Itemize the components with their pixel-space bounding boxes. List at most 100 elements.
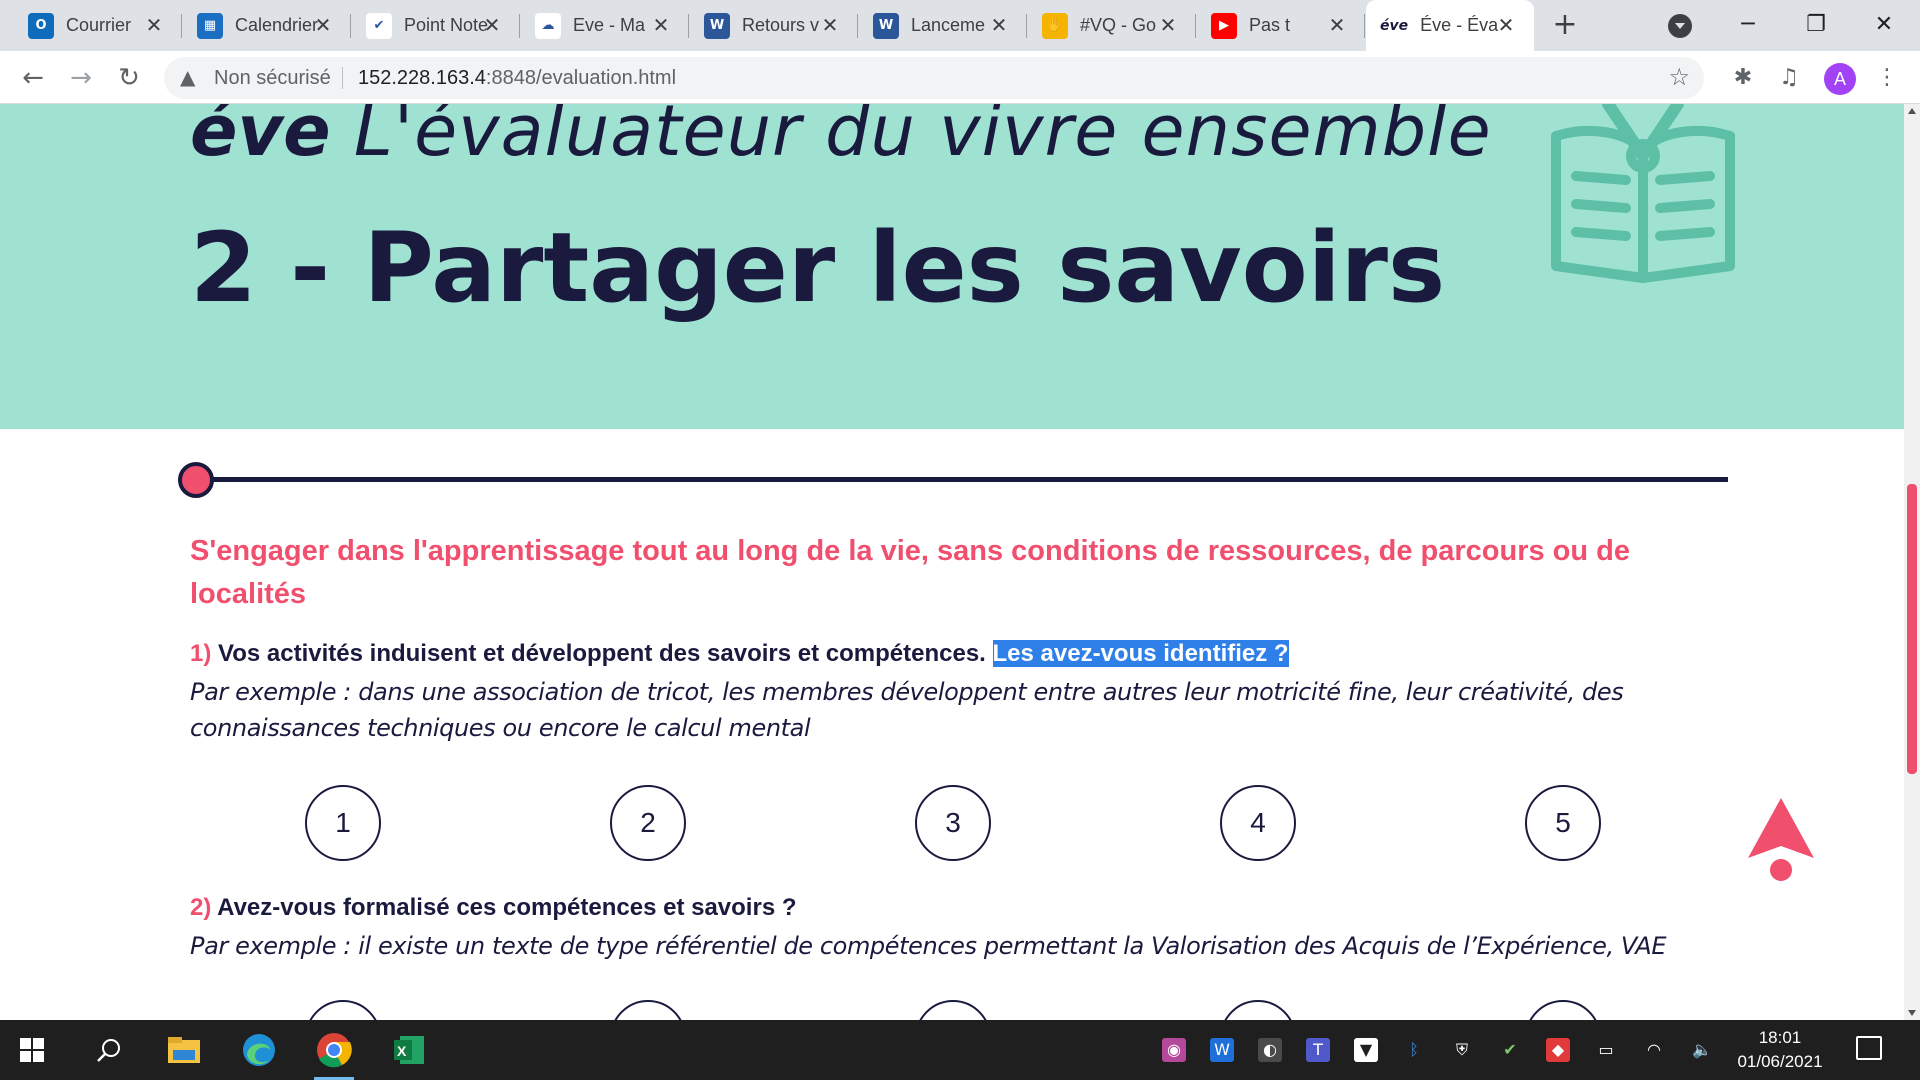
- tab-title: Retours v: [742, 15, 820, 35]
- rating-option-4[interactable]: 4: [1220, 785, 1296, 861]
- notification-center-icon[interactable]: [1856, 1036, 1882, 1060]
- tab-close-icon[interactable]: ✕: [818, 13, 842, 37]
- tab-title: Eve - Ma: [573, 15, 646, 35]
- tab-title: Calendrier: [235, 15, 319, 35]
- minimize-button[interactable]: ─: [1728, 8, 1768, 42]
- back-icon[interactable]: ←: [16, 61, 50, 95]
- rating-option-5[interactable]: 5: [1525, 785, 1601, 861]
- tab-title: Lanceme: [911, 15, 986, 35]
- browser-tab[interactable]: ▦ Calendrier ✕: [183, 0, 351, 51]
- browser-tab[interactable]: ✋ #VQ - Go ✕: [1028, 0, 1196, 51]
- brand-logo-text: éve: [190, 104, 331, 172]
- search-icon[interactable]: [85, 1028, 133, 1072]
- scroll-to-top-icon[interactable]: [1748, 798, 1814, 882]
- scroll-up-arrow-icon[interactable]: [1908, 108, 1916, 114]
- extensions-icon[interactable]: ✱: [1728, 63, 1758, 93]
- clock-date: 01/06/2021: [1737, 1052, 1823, 1071]
- svg-text:X: X: [397, 1043, 407, 1059]
- security-shield-icon[interactable]: ⛨: [1450, 1038, 1474, 1062]
- rating-option-2[interactable]: 2: [610, 785, 686, 861]
- tray-check-icon[interactable]: ✔: [1498, 1038, 1522, 1062]
- scroll-down-arrow-icon[interactable]: [1908, 1010, 1916, 1016]
- tab-separator: [688, 14, 689, 38]
- browser-tab[interactable]: ☁ Eve - Ma ✕: [521, 0, 689, 51]
- browser-tab[interactable]: W Lanceme ✕: [859, 0, 1027, 51]
- brand-tagline: L'évaluateur du vivre ensemble: [330, 104, 1492, 172]
- progress-knob[interactable]: [178, 462, 214, 498]
- tab-close-icon[interactable]: ✕: [1494, 13, 1518, 37]
- menu-icon[interactable]: ⋮: [1872, 63, 1902, 93]
- browser-tab[interactable]: ✔ Point Note ✕: [352, 0, 520, 51]
- file-explorer-icon[interactable]: [160, 1028, 208, 1072]
- media-control-icon[interactable]: ♫: [1774, 63, 1804, 93]
- question-2-example: Par exemple : il existe un texte de type…: [190, 932, 1667, 960]
- browser-tab[interactable]: ▶ Pas t ✕: [1197, 0, 1365, 51]
- url-path: :8848/evaluation.html: [485, 67, 677, 89]
- window-close-button[interactable]: ✕: [1864, 8, 1904, 42]
- tab-close-icon[interactable]: ✕: [480, 13, 504, 37]
- tray-red-icon[interactable]: ◆: [1546, 1038, 1570, 1062]
- teams-icon[interactable]: T: [1306, 1038, 1330, 1062]
- chrome-icon[interactable]: [310, 1028, 358, 1080]
- eve-icon: éve: [1380, 12, 1409, 39]
- wifi-icon[interactable]: ◠: [1642, 1038, 1666, 1062]
- tab-close-icon[interactable]: ✕: [1156, 13, 1180, 37]
- tab-separator: [519, 14, 520, 38]
- rating-option-1[interactable]: 1: [305, 785, 381, 861]
- tab-close-icon[interactable]: ✕: [311, 13, 335, 37]
- warning-icon[interactable]: ▲: [180, 65, 195, 89]
- battery-icon[interactable]: ▭: [1594, 1038, 1618, 1062]
- tray-app-icon[interactable]: ◉: [1162, 1038, 1186, 1062]
- reload-icon[interactable]: ↻: [112, 61, 146, 95]
- address-bar[interactable]: ▲ Non sécurisé 152.228.163.4:8848/evalua…: [164, 57, 1704, 99]
- page-scrollbar[interactable]: [1904, 104, 1920, 1020]
- tab-close-icon[interactable]: ✕: [1325, 13, 1349, 37]
- new-tab-button[interactable]: +: [1548, 8, 1582, 42]
- bluetooth-icon[interactable]: ᛒ: [1402, 1038, 1426, 1062]
- calendar-icon: ▦: [197, 12, 223, 39]
- rating-option-1[interactable]: 1: [305, 1000, 381, 1020]
- restore-button[interactable]: ❐: [1796, 8, 1836, 42]
- page-viewport: éve L'évaluateur du vivre ensemble 2 - P…: [0, 104, 1904, 1020]
- security-label[interactable]: Non sécurisé: [214, 67, 331, 90]
- rating-option-2[interactable]: 2: [610, 1000, 686, 1020]
- browser-tab[interactable]: O Courrier ✕: [14, 0, 182, 51]
- excel-icon[interactable]: X: [385, 1028, 433, 1072]
- question-2: 2) Avez-vous formalisé ces compétences e…: [190, 894, 1750, 964]
- tab-close-icon[interactable]: ✕: [142, 13, 166, 37]
- tab-close-icon[interactable]: ✕: [987, 13, 1011, 37]
- tray-shield-icon[interactable]: ◐: [1258, 1038, 1282, 1062]
- tab-separator: [857, 14, 858, 38]
- windows-start-icon[interactable]: [20, 1038, 44, 1062]
- profile-avatar[interactable]: A: [1824, 63, 1856, 95]
- rating-option-3[interactable]: 3: [915, 1000, 991, 1020]
- question-1-rating-scale: 1 2 3 4 5: [305, 785, 1605, 861]
- rating-option-5[interactable]: 5: [1525, 1000, 1601, 1020]
- volume-icon[interactable]: 🔈: [1690, 1038, 1714, 1062]
- tab-search-icon[interactable]: [1668, 14, 1692, 38]
- rating-option-4[interactable]: 4: [1220, 1000, 1296, 1020]
- url-text[interactable]: 152.228.163.4:8848/evaluation.html: [358, 67, 676, 90]
- progress-track: [195, 477, 1728, 482]
- tab-close-icon[interactable]: ✕: [649, 13, 673, 37]
- onedrive-icon: ☁: [535, 12, 561, 39]
- rating-option-3[interactable]: 3: [915, 785, 991, 861]
- edge-icon[interactable]: [235, 1028, 283, 1072]
- tab-title: Courrier: [66, 15, 132, 35]
- tray-v-icon[interactable]: ▼: [1354, 1038, 1378, 1062]
- tab-separator: [181, 14, 182, 38]
- tab-title: Point Note: [404, 15, 488, 35]
- googledocs-icon: ✋: [1042, 12, 1068, 39]
- browser-tab[interactable]: W Retours v ✕: [690, 0, 858, 51]
- bookmark-star-icon[interactable]: ☆: [1668, 63, 1690, 91]
- question-2-number: 2): [190, 894, 212, 921]
- system-clock[interactable]: 18:01 01/06/2021: [1730, 1026, 1830, 1074]
- scrollbar-thumb[interactable]: [1907, 484, 1917, 774]
- check-icon: ✔: [366, 12, 392, 39]
- forward-icon[interactable]: →: [64, 61, 98, 95]
- question-2-rating-scale: 1 2 3 4 5: [305, 1000, 1605, 1020]
- browser-tab[interactable]: éve Éve - Éva ✕: [1366, 0, 1534, 51]
- tray-w-icon[interactable]: W: [1210, 1038, 1234, 1062]
- youtube-icon: ▶: [1211, 12, 1237, 39]
- question-1: 1) Vos activités induisent et développen…: [190, 640, 1750, 746]
